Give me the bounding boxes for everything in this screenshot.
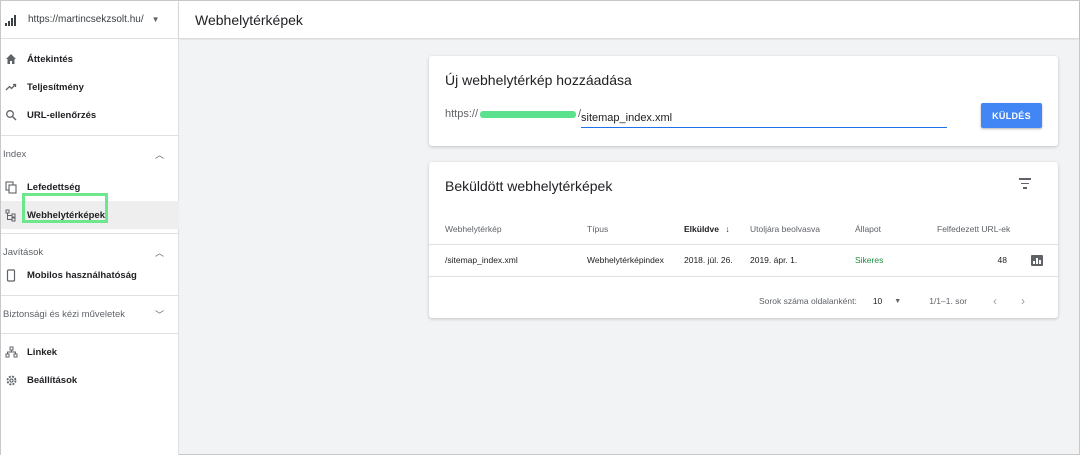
col-last-read[interactable]: Utoljára beolvasva [734, 214, 839, 244]
top-bar: Webhelytérképek [179, 1, 1079, 39]
dropdown-arrow-icon[interactable]: ▼ [894, 298, 901, 305]
chevron-up-icon: ︿ [154, 248, 164, 258]
col-sitemap[interactable]: Webhelytérkép [429, 214, 571, 244]
nav-item-settings[interactable]: Beállítások [1, 366, 178, 394]
nav-item-label: URL-ellenőrzés [27, 109, 97, 121]
sitemaps-table: Webhelytérkép Típus Elküldve ↓ Utoljára … [429, 214, 1058, 277]
rows-per-page-select[interactable]: 10 [873, 296, 882, 306]
group-label: Javítások [3, 247, 44, 258]
table-header-row: Webhelytérkép Típus Elküldve ↓ Utoljára … [429, 214, 1058, 244]
col-submitted-label: Elküldve [684, 223, 719, 234]
submit-button[interactable]: KÜLDÉS [981, 103, 1042, 128]
redacted-domain [480, 110, 577, 118]
group-security[interactable]: Biztonsági és kézi műveletek ﹀ [1, 295, 178, 333]
sitemap-input-wrapper [581, 108, 947, 128]
add-sitemap-title: Új webhelytérkép hozzáadása [445, 72, 632, 88]
trending-up-icon [4, 80, 18, 94]
search-icon [4, 108, 18, 122]
group-label: Index [3, 149, 27, 160]
nav-item-mobile-usability[interactable]: Mobilos használhatóság [1, 261, 178, 289]
property-url: https://martincsekzsolt.hu/ [28, 14, 144, 25]
nav-item-links[interactable]: Linkek [1, 338, 178, 366]
property-selector[interactable]: https://martincsekzsolt.hu/ ▼ [1, 1, 178, 39]
chevron-down-icon: ﹀ [154, 310, 164, 320]
cell-status: Sikeres [839, 243, 921, 277]
nav-item-label: Linkek [27, 346, 58, 358]
signal-icon [5, 14, 19, 26]
url-scheme: https:// [445, 108, 479, 120]
sitemap-icon [4, 208, 18, 222]
home-icon [4, 52, 18, 66]
main-content: Új webhelytérkép hozzáadása https:// / K… [179, 40, 1079, 454]
page-range: 1/1–1. sor [929, 296, 968, 306]
bar-chart-icon[interactable] [1031, 254, 1043, 266]
chevron-up-icon: ︿ [154, 150, 164, 160]
cell-urls: 48 [921, 243, 1015, 277]
nav-item-url-inspection[interactable]: URL-ellenőrzés [1, 101, 178, 129]
cell-actions [1015, 243, 1058, 277]
arrow-down-icon: ↓ [725, 223, 730, 234]
page-title: Webhelytérképek [195, 11, 303, 28]
gear-icon [4, 373, 18, 387]
table-row[interactable]: /sitemap_index.xml Webhelytérképindex 20… [429, 243, 1058, 277]
col-type[interactable]: Típus [571, 214, 668, 244]
col-submitted[interactable]: Elküldve ↓ [668, 214, 734, 244]
col-status[interactable]: Állapot [839, 214, 921, 244]
prev-page-icon[interactable]: ‹ [993, 294, 997, 308]
cell-submitted: 2018. júl. 26. [668, 243, 734, 277]
submitted-sitemaps-card: Beküldött webhelytérképek Webhelytérkép … [429, 162, 1058, 318]
group-label: Biztonsági és kézi műveletek [3, 309, 125, 320]
col-urls[interactable]: Felfedezett URL-ek [921, 214, 1015, 244]
links-icon [4, 345, 18, 359]
sidebar: https://martincsekzsolt.hu/ ▼ Áttekintés… [1, 1, 179, 455]
nav-item-label: Mobilos használhatóság [27, 269, 137, 281]
filter-icon[interactable] [1018, 178, 1032, 190]
pagination: Sorok száma oldalanként: 10 ▼ 1/1–1. sor… [429, 286, 1058, 316]
cell-last-read: 2019. ápr. 1. [734, 243, 839, 277]
phone-icon [4, 268, 18, 282]
cell-type: Webhelytérképindex [571, 243, 668, 277]
next-page-icon[interactable]: › [1021, 294, 1025, 308]
sitemap-url-input[interactable] [581, 109, 947, 127]
nav-item-overview[interactable]: Áttekintés [1, 45, 178, 73]
nav-item-label: Áttekintés [27, 53, 73, 65]
nav-item-performance[interactable]: Teljesítmény [1, 73, 178, 101]
nav-item-label: Beállítások [27, 374, 78, 386]
selection-highlight [22, 193, 108, 223]
nav-item-label: Lefedettség [27, 181, 81, 193]
group-index[interactable]: Index ︿ [1, 135, 178, 173]
copy-icon [4, 180, 18, 194]
nav-item-label: Teljesítmény [27, 81, 84, 93]
chevron-down-icon: ▼ [151, 15, 160, 24]
cell-sitemap: /sitemap_index.xml [429, 243, 571, 277]
submitted-sitemaps-title: Beküldött webhelytérképek [445, 178, 613, 194]
add-sitemap-card: Új webhelytérkép hozzáadása https:// / K… [429, 56, 1058, 146]
col-actions [1015, 214, 1058, 244]
sitemap-url-prefix: https:// / [445, 108, 581, 120]
rows-per-page-label: Sorok száma oldalanként: [759, 296, 857, 306]
